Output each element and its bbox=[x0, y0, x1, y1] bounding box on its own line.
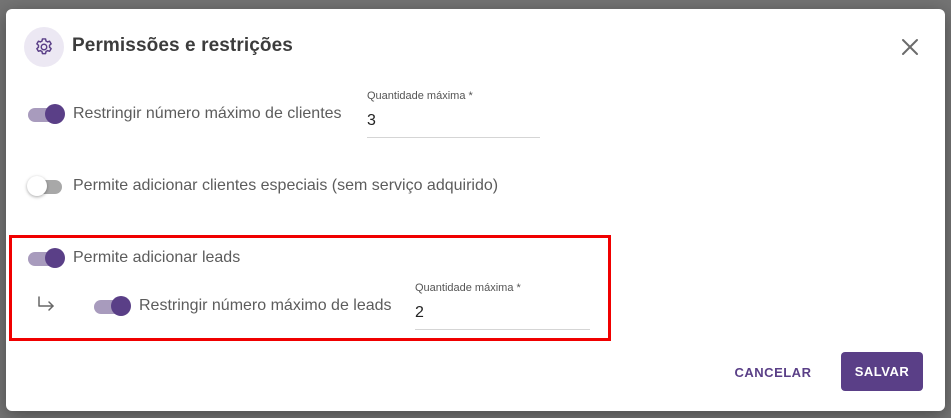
toggle-restrict-leads[interactable] bbox=[93, 295, 131, 317]
close-icon[interactable] bbox=[898, 35, 922, 59]
special-clients-label: Permite adicionar clientes especiais (se… bbox=[73, 177, 499, 194]
cancel-button[interactable]: CANCELAR bbox=[727, 359, 819, 385]
max-leads-input[interactable] bbox=[415, 302, 590, 330]
max-clients-field: Quantidade máxima * bbox=[367, 90, 540, 138]
max-clients-input[interactable] bbox=[367, 110, 540, 138]
subdirectory-arrow-icon bbox=[37, 295, 57, 313]
toggle-knob bbox=[111, 296, 131, 316]
restrict-leads-label: Restringir número máximo de leads bbox=[139, 297, 392, 314]
permissions-dialog: Permissões e restrições Restringir númer… bbox=[6, 9, 945, 411]
toggle-knob bbox=[45, 104, 65, 124]
restrict-clients-label: Restringir número máximo de clientes bbox=[73, 105, 342, 122]
save-button[interactable]: SALVAR bbox=[841, 352, 923, 391]
toggle-restrict-clients[interactable] bbox=[27, 103, 65, 125]
dialog-title: Permissões e restrições bbox=[72, 35, 293, 56]
toggle-knob bbox=[45, 248, 65, 268]
max-clients-field-label: Quantidade máxima * bbox=[367, 90, 473, 102]
max-leads-field: Quantidade máxima * bbox=[415, 282, 590, 330]
toggle-knob bbox=[27, 176, 47, 196]
gear-icon bbox=[24, 27, 64, 67]
max-leads-field-label: Quantidade máxima * bbox=[415, 282, 521, 294]
toggle-special-clients[interactable] bbox=[27, 175, 65, 197]
toggle-allow-leads[interactable] bbox=[27, 247, 65, 269]
allow-leads-label: Permite adicionar leads bbox=[73, 249, 241, 266]
